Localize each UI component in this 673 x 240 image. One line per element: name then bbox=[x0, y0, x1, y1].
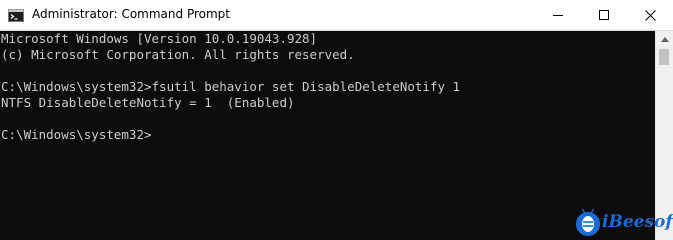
command-prompt-window: Administrator: Command Prompt Microsoft … bbox=[0, 0, 673, 240]
console-output[interactable]: Microsoft Windows [Version 10.0.19043.92… bbox=[0, 31, 655, 240]
close-button[interactable] bbox=[627, 0, 673, 30]
minimize-button[interactable] bbox=[535, 0, 581, 30]
maximize-icon bbox=[599, 10, 609, 20]
close-icon bbox=[644, 9, 656, 21]
minimize-icon bbox=[553, 15, 563, 16]
ibeesoft-watermark: iBeesoft bbox=[574, 206, 673, 240]
console-line: C:\Windows\system32>fsutil behavior set … bbox=[1, 79, 461, 94]
maximize-button[interactable] bbox=[581, 0, 627, 30]
console-line: NTFS DisableDeleteNotify = 1 (Enabled) bbox=[1, 95, 295, 110]
window-title: Administrator: Command Prompt bbox=[32, 7, 230, 21]
scroll-up-button[interactable] bbox=[656, 31, 673, 48]
console-prompt[interactable]: C:\Windows\system32> bbox=[1, 127, 152, 143]
bee-logo-icon bbox=[576, 208, 600, 236]
watermark-text: iBeesoft bbox=[602, 212, 673, 232]
scroll-up-arrow-icon bbox=[660, 37, 669, 42]
title-bar[interactable]: Administrator: Command Prompt bbox=[0, 0, 673, 31]
console-line: Microsoft Windows [Version 10.0.19043.92… bbox=[1, 31, 318, 46]
scroll-thumb[interactable] bbox=[659, 49, 669, 65]
console-line: (c) Microsoft Corporation. All rights re… bbox=[1, 47, 355, 62]
cmd-icon bbox=[8, 9, 24, 22]
